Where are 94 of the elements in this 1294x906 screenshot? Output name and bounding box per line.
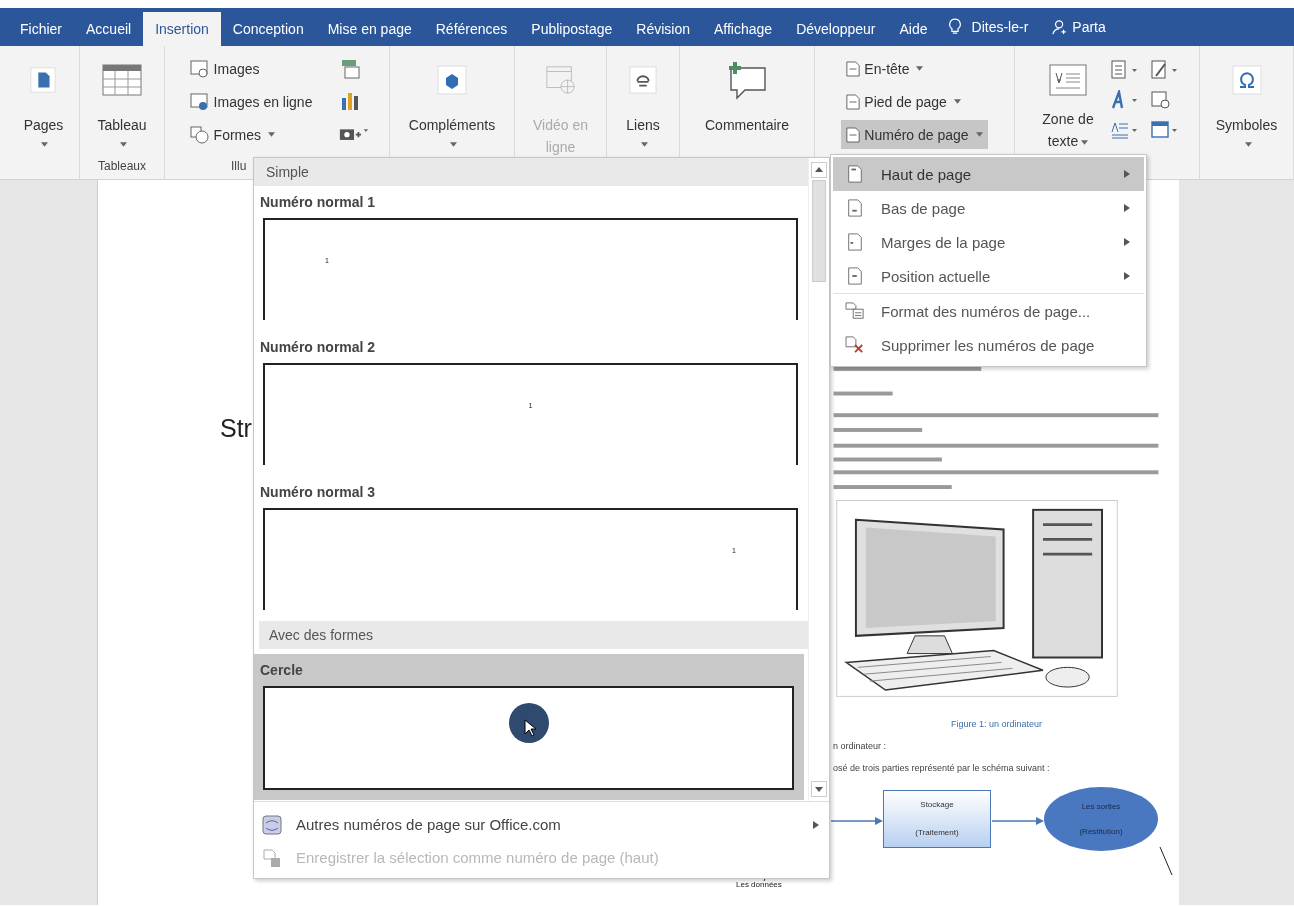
ribbon-button[interactable]: Pied de page (841, 87, 966, 116)
document-heading: Str (220, 414, 252, 442)
ribbon-tab[interactable]: Révision (624, 12, 702, 46)
caret-icon (641, 142, 648, 147)
ribbon-tab[interactable]: Affichage (702, 12, 785, 46)
group-label: Tableaux (97, 159, 146, 175)
ribbon-tab[interactable]: Références (423, 12, 520, 46)
menu-item[interactable]: Haut de page (833, 157, 1144, 191)
lightbulb-icon[interactable] (947, 18, 962, 36)
wordart-icon[interactable] (1110, 90, 1140, 110)
ribbon-tab[interactable]: Conception (220, 12, 316, 46)
ribbon-button[interactable]: Images en ligne (184, 87, 318, 116)
diagram-text: Stockage (920, 800, 954, 810)
caret-icon (1244, 142, 1252, 147)
scroll-down-icon[interactable] (811, 781, 827, 797)
diagram-text: Les sorties (1081, 801, 1121, 811)
body-text: osé de trois parties représenté par le schéma suivant : (833, 762, 1051, 773)
page-icon (846, 125, 861, 144)
diagram-label: Les données (736, 879, 782, 889)
page-icon (845, 233, 865, 251)
tell-me-field[interactable]: Dites-le-r (971, 19, 1029, 35)
save-page-icon (262, 847, 282, 868)
group-label: Illu (231, 159, 247, 175)
quick-parts-icon[interactable] (1110, 60, 1140, 80)
leader-line (1159, 846, 1173, 875)
submenu-arrow-icon (813, 820, 819, 829)
scrollbar[interactable] (808, 158, 829, 801)
drop-cap-icon[interactable] (1110, 120, 1140, 140)
ribbon-tab[interactable]: Fichier (8, 12, 74, 46)
caret-icon (41, 142, 49, 147)
ribbon-tab[interactable]: Accueil (74, 12, 144, 46)
diagram-text: (Traitement) (915, 828, 959, 838)
gallery-item-label: Cercle (260, 662, 304, 680)
caret-icon (120, 142, 127, 147)
menu-item[interactable]: Format des numéros de page... (833, 293, 1144, 328)
submenu-arrow-icon (1124, 170, 1130, 178)
ribbon-button[interactable]: Zone de texte (1032, 54, 1104, 154)
shapes-icon (189, 125, 210, 144)
ribbon-tab[interactable]: Insertion (143, 12, 221, 46)
page-icon (846, 59, 861, 78)
person-icon (1052, 19, 1069, 35)
caret-icon (268, 132, 276, 137)
page-icon (846, 92, 861, 111)
page-icon (845, 267, 865, 285)
ribbon-button[interactable]: Compléments (404, 54, 500, 149)
gallery-item[interactable]: Cercle (254, 654, 804, 800)
caret-icon (975, 132, 983, 137)
submenu-arrow-icon (1124, 272, 1130, 280)
menu-item[interactable]: Marges de la page (833, 225, 1144, 259)
menu-item[interactable]: Supprimer les numéros de page (833, 328, 1144, 362)
signature-icon[interactable] (1150, 60, 1180, 80)
ribbon-button[interactable]: Numéro de page (841, 120, 988, 149)
mouse-cursor-icon (524, 719, 536, 737)
ribbon-button[interactable]: Commentaire (701, 54, 793, 138)
section-header: Avec des formes (259, 621, 808, 649)
gallery-item-label: Numéro normal 3 (260, 484, 377, 502)
submenu-arrow-icon (1124, 238, 1130, 246)
ribbon-button[interactable]: Liens (622, 54, 664, 149)
ribbon-tab[interactable]: Mise en page (315, 12, 424, 46)
ribbon-button[interactable]: Symboles (1211, 54, 1282, 149)
caret-icon (953, 99, 961, 104)
page-icon (845, 199, 865, 217)
figure-caption: Figure 1: un ordinateur (951, 718, 1044, 729)
scroll-up-icon[interactable] (811, 162, 827, 178)
share-button[interactable]: Parta (1048, 8, 1106, 46)
smartart-icon[interactable] (339, 58, 362, 80)
diagram-text: (Restitution) (1079, 826, 1123, 836)
ribbon-tab[interactable]: Développeur (784, 12, 888, 46)
scroll-thumb[interactable] (812, 180, 826, 282)
section-header: Simple (254, 158, 808, 186)
ribbon-tab[interactable]: Aide (887, 12, 940, 46)
caret-icon (1081, 139, 1089, 145)
picture-icon (189, 59, 210, 78)
menu-item[interactable]: Autres numéros de page sur Office.com (254, 808, 829, 841)
menu-item[interactable]: Position actuelle (833, 259, 1144, 293)
gallery-item-label: Numéro normal 2 (260, 339, 377, 357)
ribbon-button[interactable]: Pages (19, 54, 68, 149)
body-text: n ordinateur : (833, 740, 888, 751)
object-icon[interactable] (1150, 120, 1180, 140)
circle-number-shape (508, 703, 549, 743)
ribbon-button[interactable]: Tableau (93, 54, 151, 149)
ribbon-button[interactable]: En-tête (841, 54, 929, 83)
menu-item[interactable]: Bas de page (833, 191, 1144, 225)
format-icon (845, 302, 865, 320)
caret-icon (450, 142, 457, 147)
ribbon-button[interactable]: Formes (184, 120, 281, 149)
gallery-item-label: Numéro normal 1 (260, 194, 377, 212)
page-delete-icon (845, 336, 865, 354)
ribbon-button[interactable]: Images (184, 54, 265, 83)
online-picture-icon (189, 92, 210, 111)
submenu-arrow-icon (1124, 204, 1130, 212)
caret-icon (916, 66, 924, 71)
page-icon (845, 165, 865, 183)
ribbon-tab[interactable]: Publipostage (519, 12, 625, 46)
